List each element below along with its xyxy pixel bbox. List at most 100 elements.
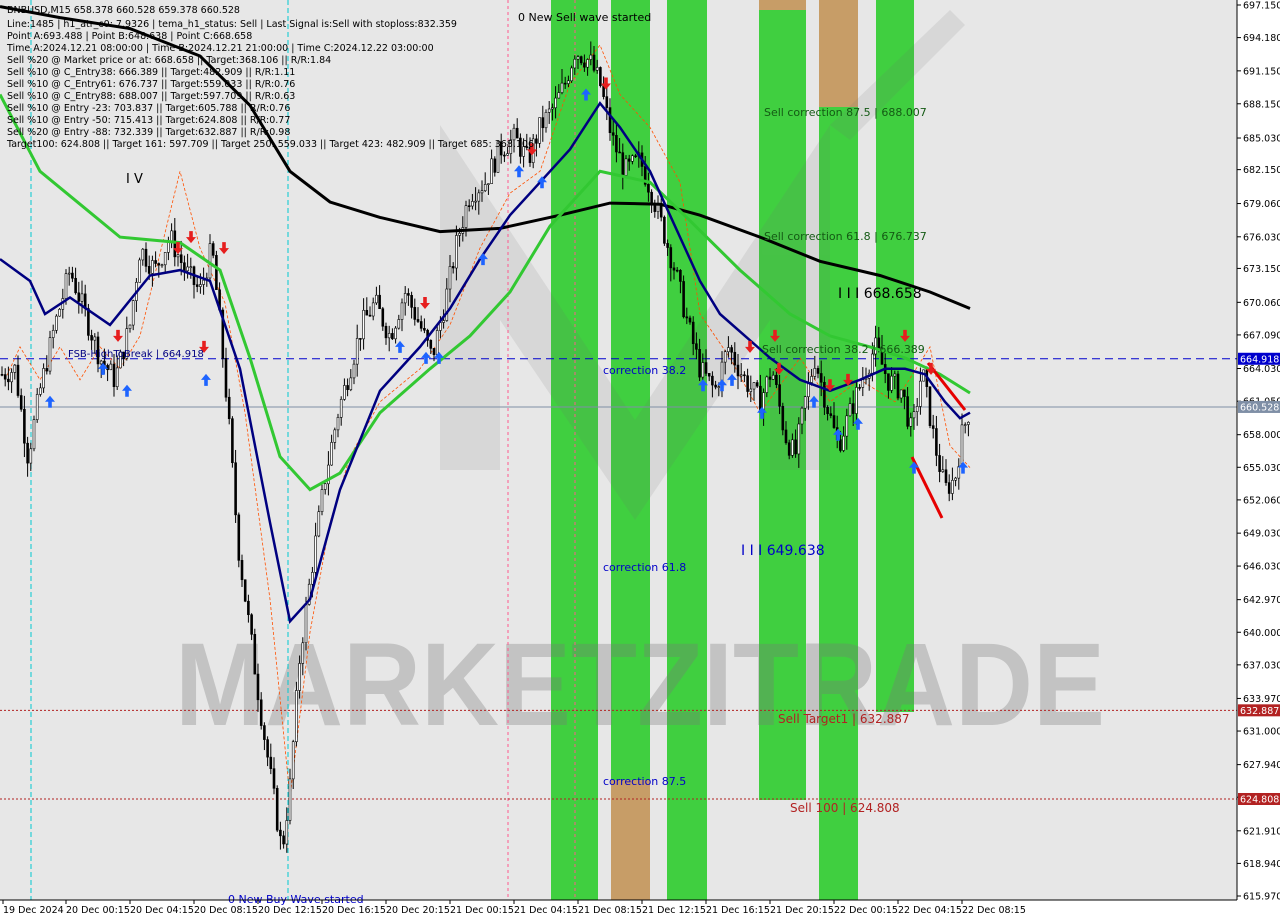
candle-body bbox=[679, 270, 682, 282]
candle-body bbox=[154, 260, 157, 264]
candle-body bbox=[71, 272, 74, 279]
candle-body bbox=[407, 293, 410, 296]
candle-body bbox=[928, 386, 932, 426]
candle-body bbox=[698, 349, 701, 378]
candle-body bbox=[823, 381, 826, 408]
candle-body bbox=[55, 315, 58, 331]
candle-body bbox=[323, 483, 327, 490]
y-tick-label: 667.090 bbox=[1243, 330, 1280, 341]
y-tick-label: 688.150 bbox=[1243, 99, 1280, 110]
candle-body bbox=[163, 252, 167, 266]
y-tick-label: 697.150 bbox=[1243, 1, 1280, 12]
zone-band bbox=[611, 780, 650, 900]
y-tick-label: 633.970 bbox=[1243, 694, 1280, 705]
candle-body bbox=[141, 248, 145, 261]
candle-body bbox=[317, 511, 321, 537]
info-line: Sell %10 @ C_Entry88: 688.007 || Target:… bbox=[7, 91, 295, 102]
x-tick-label: 21 Dec 16:15 bbox=[706, 905, 770, 916]
x-tick-label: 20 Dec 12:15 bbox=[258, 905, 322, 916]
candle-body bbox=[64, 273, 68, 299]
candle-body bbox=[829, 413, 833, 416]
candle-body bbox=[224, 358, 228, 398]
candle-body bbox=[432, 348, 436, 355]
candle-body bbox=[23, 408, 26, 444]
x-tick-label: 20 Dec 04:15 bbox=[130, 905, 194, 916]
candle-body bbox=[333, 429, 337, 443]
point-b-label: I I I 649.638 bbox=[741, 543, 825, 559]
candle-body bbox=[186, 266, 189, 272]
candle-body bbox=[839, 439, 842, 451]
candle-body bbox=[739, 374, 743, 377]
x-tick-label: 21 Dec 04:15 bbox=[514, 905, 578, 916]
candle-body bbox=[803, 396, 807, 409]
candle-body bbox=[19, 395, 23, 410]
candle-body bbox=[493, 158, 497, 173]
candle-body bbox=[256, 673, 260, 701]
candle-body bbox=[87, 308, 90, 336]
candle-body bbox=[618, 151, 621, 154]
candle-body bbox=[791, 439, 794, 456]
candle-body bbox=[384, 325, 388, 339]
candle-body bbox=[7, 378, 10, 383]
candle-body bbox=[848, 403, 852, 417]
info-line: Sell %10 @ Entry -23: 703.837 || Target:… bbox=[7, 103, 290, 114]
candle-body bbox=[442, 320, 445, 323]
candle-body bbox=[365, 309, 369, 316]
candle-body bbox=[29, 448, 33, 464]
candle-body bbox=[400, 302, 404, 320]
y-tick-label: 637.030 bbox=[1243, 660, 1280, 671]
candle-body bbox=[570, 67, 573, 82]
candle-body bbox=[3, 374, 7, 380]
info-line: Target100: 624.808 || Target 161: 597.70… bbox=[6, 139, 534, 150]
candle-body bbox=[547, 108, 551, 113]
price-chart[interactable]: MARKETZITRADE BNBUSD,M15 658.378 660.528… bbox=[0, 0, 1280, 920]
candle-body bbox=[477, 192, 481, 202]
candle-body bbox=[160, 264, 164, 267]
candle-body bbox=[419, 321, 423, 329]
candle-body bbox=[295, 690, 298, 743]
candle-body bbox=[99, 360, 103, 365]
candle-body bbox=[727, 347, 730, 353]
candle-body bbox=[967, 421, 970, 425]
y-tick-label: 649.030 bbox=[1243, 529, 1280, 540]
candle-body bbox=[208, 243, 212, 279]
candle-body bbox=[810, 376, 813, 383]
y-tick-label: 670.060 bbox=[1243, 298, 1280, 309]
y-tick-label: 673.150 bbox=[1243, 264, 1280, 275]
sell-100-label: Sell 100 | 624.808 bbox=[790, 801, 900, 815]
x-tick-label: 21 Dec 20:15 bbox=[770, 905, 834, 916]
candle-body bbox=[589, 54, 593, 60]
candle-body bbox=[890, 375, 893, 391]
candle-body bbox=[755, 382, 759, 387]
candle-body bbox=[378, 294, 381, 310]
candle-body bbox=[554, 97, 557, 109]
y-tick-label: 631.000 bbox=[1243, 727, 1280, 738]
candle-body bbox=[765, 376, 769, 393]
price-tag-label: 664.918 bbox=[1240, 354, 1279, 365]
candle-body bbox=[903, 389, 906, 397]
candle-body bbox=[634, 155, 637, 158]
candle-body bbox=[919, 380, 922, 407]
candle-body bbox=[237, 514, 241, 561]
candle-body bbox=[938, 455, 941, 472]
zone-band bbox=[759, 0, 806, 10]
candle-body bbox=[13, 364, 17, 373]
candle-body bbox=[515, 127, 519, 139]
candle-body bbox=[851, 403, 855, 414]
candle-body bbox=[39, 387, 42, 395]
candle-body bbox=[797, 423, 801, 455]
candle-body bbox=[723, 351, 727, 363]
candle-body bbox=[685, 316, 689, 319]
candle-body bbox=[707, 373, 711, 377]
candle-body bbox=[275, 788, 279, 831]
candle-body bbox=[675, 269, 679, 272]
candle-body bbox=[621, 152, 625, 176]
candle-body bbox=[176, 254, 180, 258]
candle-body bbox=[579, 56, 583, 64]
candle-body bbox=[183, 262, 186, 272]
candle-body bbox=[599, 67, 602, 87]
candle-body bbox=[448, 266, 452, 290]
candle-body bbox=[346, 385, 349, 390]
candle-body bbox=[963, 424, 967, 426]
candle-body bbox=[743, 374, 746, 377]
